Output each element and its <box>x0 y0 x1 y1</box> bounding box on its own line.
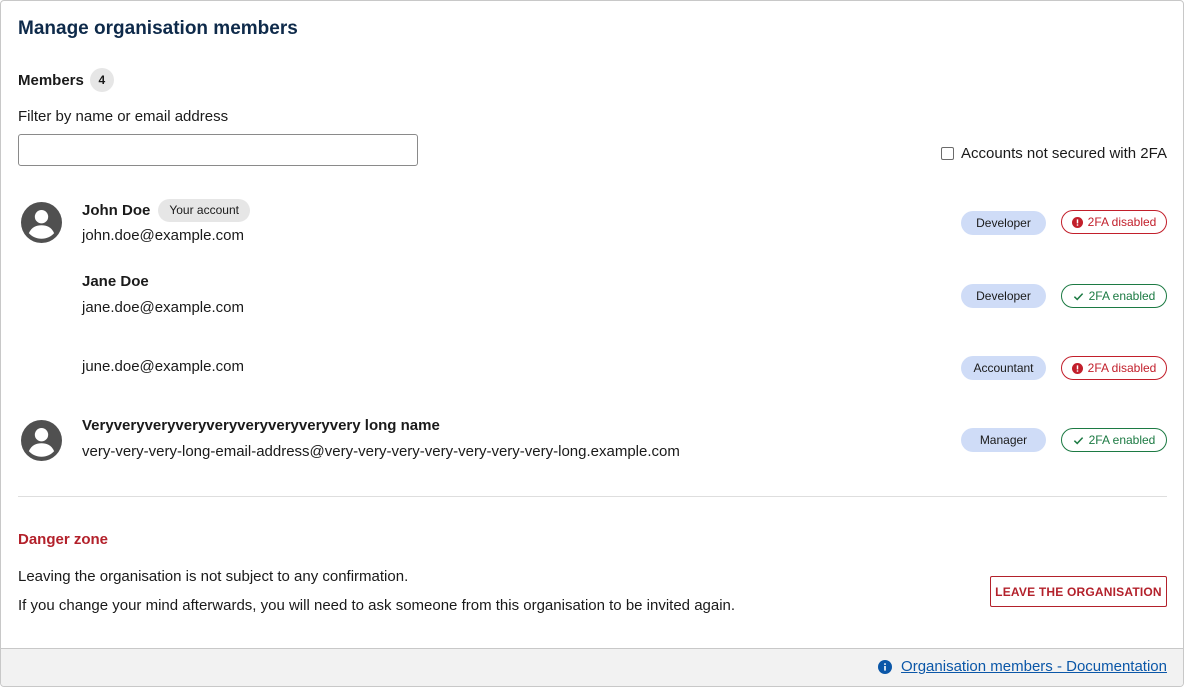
member-name: Veryveryveryveryveryveryveryveryvery lon… <box>82 417 440 434</box>
member-name-wrap: Jane Doe <box>82 273 149 290</box>
member-name-wrap: John Doe Your account <box>82 199 250 222</box>
danger-zone-text: Leaving the organisation is not subject … <box>18 568 409 585</box>
members-label: Members <box>18 71 84 89</box>
twofa-filter[interactable]: Accounts not secured with 2FA <box>941 145 1167 162</box>
documentation-link-text: Organisation members - Documentation <box>901 658 1167 675</box>
member-email: jane.doe@example.com <box>82 299 244 316</box>
members-count-badge: 4 <box>89 68 114 92</box>
member-row: John Doe Your account john.doe@example.c… <box>18 193 1167 253</box>
twofa-filter-checkbox[interactable] <box>941 147 955 160</box>
member-row: june.doe@example.com Accountant 2FA disa… <box>18 339 1167 399</box>
danger-zone-text: If you change your mind afterwards, you … <box>18 597 736 614</box>
leave-organisation-button[interactable]: LEAVE THE ORGANISATION <box>990 576 1167 607</box>
page-title: Manage organisation members <box>18 18 298 39</box>
members-header: Members 4 <box>18 68 114 92</box>
member-row: Jane Doe jane.doe@example.com Developer … <box>18 267 1167 327</box>
member-name: John Doe <box>82 202 151 219</box>
alert-icon <box>1071 216 1083 228</box>
twofa-status-badge: 2FA disabled <box>1061 210 1167 234</box>
danger-zone-title: Danger zone <box>18 531 109 548</box>
twofa-status-badge: 2FA disabled <box>1061 356 1167 380</box>
info-icon <box>878 659 893 674</box>
member-name: Jane Doe <box>82 273 149 290</box>
member-email: june.doe@example.com <box>82 358 244 375</box>
member-row: Veryveryveryveryveryveryveryveryvery lon… <box>18 411 1167 471</box>
alert-icon <box>1071 362 1083 374</box>
section-divider <box>18 496 1167 497</box>
role-badge: Developer <box>961 284 1046 308</box>
twofa-status-text: 2FA enabled <box>1088 433 1156 447</box>
check-icon <box>1073 436 1083 444</box>
member-email: very-very-very-long-email-address@very-v… <box>82 443 680 460</box>
manage-members-panel: Manage organisation members Members 4 Fi… <box>0 0 1184 687</box>
twofa-status-text: 2FA enabled <box>1088 289 1156 303</box>
check-icon <box>1073 292 1083 300</box>
footer: Organisation members - Documentation <box>1 648 1183 686</box>
person-avatar-icon <box>21 420 62 461</box>
person-avatar-icon <box>21 202 62 243</box>
filter-label: Filter by name or email address <box>18 108 229 125</box>
twofa-filter-label: Accounts not secured with 2FA <box>961 145 1167 162</box>
role-badge: Manager <box>961 428 1046 452</box>
twofa-status-text: 2FA disabled <box>1087 361 1157 375</box>
documentation-link[interactable]: Organisation members - Documentation <box>878 658 1167 675</box>
member-email: john.doe@example.com <box>82 227 244 244</box>
filter-input[interactable] <box>18 134 418 166</box>
role-badge: Developer <box>961 211 1046 235</box>
twofa-status-badge: 2FA enabled <box>1061 428 1167 452</box>
twofa-status-text: 2FA disabled <box>1087 215 1157 229</box>
role-badge: Accountant <box>961 356 1046 380</box>
member-name-wrap: Veryveryveryveryveryveryveryveryvery lon… <box>82 417 440 434</box>
your-account-badge: Your account <box>158 199 250 222</box>
twofa-status-badge: 2FA enabled <box>1061 284 1167 308</box>
